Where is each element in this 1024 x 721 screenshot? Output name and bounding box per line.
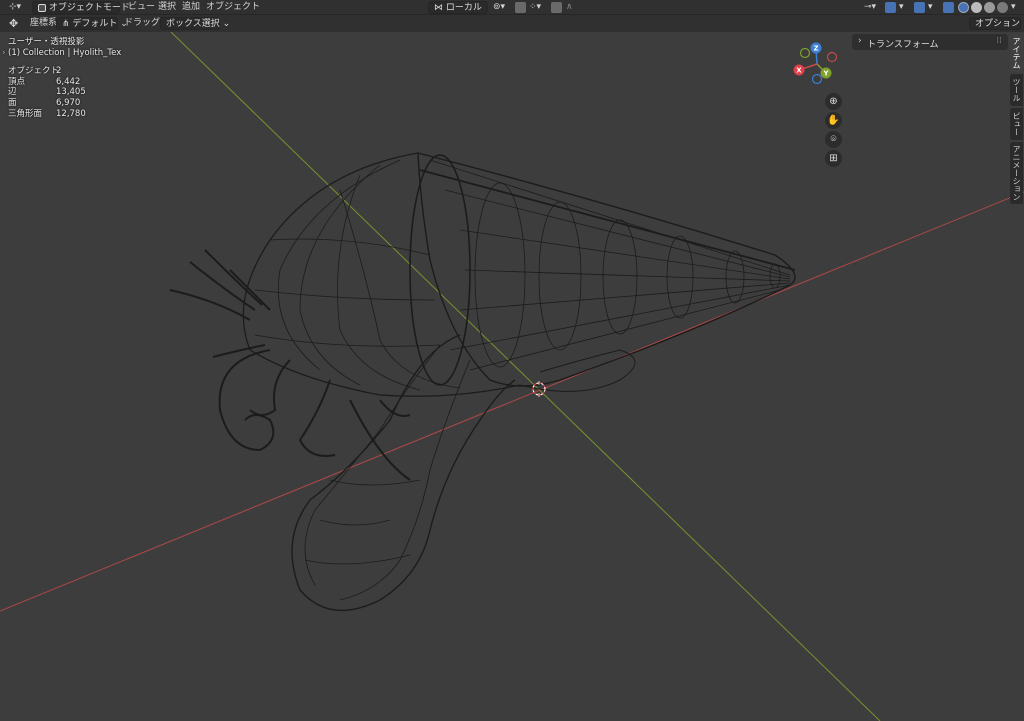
xray-toggle-icon[interactable] <box>943 2 954 13</box>
stat-label: オブジェクト <box>8 66 60 76</box>
shading-dropdown-icon[interactable]: ▾ <box>1011 0 1016 15</box>
falloff-icon: ∧ <box>566 2 573 12</box>
coord-icon: ⋔ <box>62 19 73 29</box>
menu-add[interactable]: 追加 <box>182 0 200 15</box>
gizmo-x-label: X <box>796 67 802 75</box>
stat-value: 6,970 <box>56 98 81 108</box>
gizmo-z-label: Z <box>813 45 818 53</box>
zoom-icon[interactable]: ⊕ <box>825 93 842 110</box>
chevron-right-icon[interactable]: › <box>2 48 5 59</box>
stat-value: 2 <box>56 66 62 76</box>
transform-orientation-dropdown[interactable]: ⋈ ローカル <box>428 1 488 14</box>
orientation-icon: ⋈ <box>434 3 446 13</box>
drag-dropdown[interactable]: ボックス選択 ⌄ <box>160 17 230 30</box>
wireframe-mesh <box>169 152 796 612</box>
orientation-gizmo[interactable]: Z Y X <box>793 42 838 85</box>
overlay-dropdown-icon[interactable]: ▾ <box>928 0 933 15</box>
drag-label: ドラッグ: <box>124 18 164 28</box>
gizmo-toggle-icon[interactable] <box>885 2 896 13</box>
options-label: オプション <box>975 19 1021 29</box>
drag-handle-icon[interactable]: ⁞⁞ <box>996 36 1002 46</box>
solid-shading-icon[interactable] <box>971 2 982 13</box>
chevron-down-icon: ⌄ <box>1020 19 1024 29</box>
drag-value: ボックス選択 <box>166 19 220 29</box>
snap-target-icon[interactable]: ⁘▾ <box>529 0 541 15</box>
material-shading-icon[interactable] <box>984 2 995 13</box>
overlay-toggle-icon[interactable] <box>914 2 925 13</box>
options-dropdown[interactable]: オプション ⌄ <box>969 17 1024 30</box>
viewport-3d[interactable]: Z Y X <box>0 32 1024 721</box>
wireframe-shading-icon[interactable] <box>958 2 969 13</box>
mode-label: オブジェクトモード <box>48 3 130 13</box>
pivot-icon[interactable]: ⊚▾ <box>493 0 505 15</box>
gizmo-dropdown-icon[interactable]: ▾ <box>899 0 904 15</box>
coord-value: デフォルト <box>72 19 118 29</box>
collection-name: (1) Collection | Hyolith_Tex <box>8 48 122 58</box>
stat-label: 面 <box>8 98 17 108</box>
rendered-shading-icon[interactable] <box>997 2 1008 13</box>
object-mode-icon <box>38 3 46 12</box>
hand-pan-icon[interactable]: ✋ <box>825 112 842 129</box>
stat-value: 13,405 <box>56 87 86 97</box>
chevron-down-icon: ⌄ <box>219 19 231 29</box>
stat-label: 辺 <box>8 87 17 97</box>
tab-animation[interactable]: アニメーション <box>1010 142 1023 204</box>
mode-dropdown[interactable]: オブジェクトモード <box>32 1 130 14</box>
chevron-right-icon: › <box>858 36 862 46</box>
tool-settings-bar: ✥ 座標系: ⋔ デフォルト ⌄ ドラッグ: ボックス選択 ⌄ オプション ⌄ <box>0 15 1024 32</box>
x-axis-line <box>0 191 1024 612</box>
coord-dropdown[interactable]: ⋔ デフォルト ⌄ <box>56 17 128 30</box>
top-header: ⊹▾ オブジェクトモード ビュー 選択 追加 オブジェクト ⋈ ローカル ⊚▾ … <box>0 0 1024 15</box>
tab-item[interactable]: アイテム <box>1010 34 1023 72</box>
transform-panel-title: トランスフォーム <box>867 40 939 50</box>
y-axis-line <box>170 32 881 721</box>
grid-perspective-icon[interactable]: ⊞ <box>825 150 842 167</box>
gizmo-y-label: Y <box>822 70 829 78</box>
transform-panel-header[interactable]: › トランスフォーム ⁞⁞ <box>852 34 1008 50</box>
view-name: ユーザー・透視投影 <box>8 37 85 47</box>
snap-icon[interactable] <box>515 2 526 13</box>
camera-icon[interactable]: ⌾ <box>825 131 842 148</box>
proportional-edit-icon[interactable] <box>551 2 562 13</box>
orientation-label: ローカル <box>445 3 482 13</box>
tab-view[interactable]: ビュー <box>1010 108 1023 140</box>
menu-view[interactable]: ビュー <box>128 0 155 15</box>
tab-tool[interactable]: ツール <box>1010 74 1023 106</box>
menu-select[interactable]: 選択 <box>158 0 176 15</box>
visibility-icon[interactable]: ⊸▾ <box>864 0 876 15</box>
menu-object[interactable]: オブジェクト <box>206 0 260 15</box>
stat-value: 12,780 <box>56 109 86 119</box>
editor-type-icon[interactable]: ⊹▾ <box>9 0 21 15</box>
stat-label: 三角形面 <box>8 109 43 119</box>
transform-tool-icon[interactable]: ✥ <box>9 16 18 31</box>
